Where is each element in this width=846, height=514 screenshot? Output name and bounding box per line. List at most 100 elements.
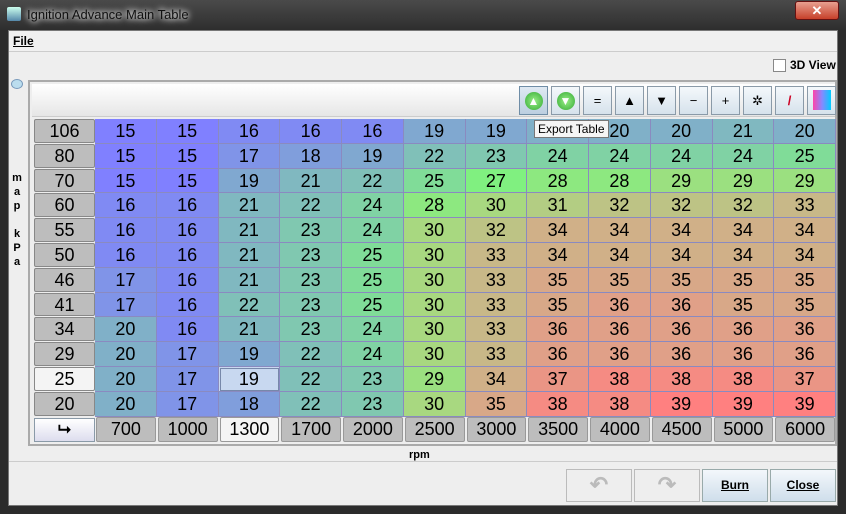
table-cell[interactable]: 35 [650, 267, 713, 293]
table-cell[interactable]: 16 [95, 193, 157, 219]
table-cell[interactable]: 34 [527, 218, 589, 243]
table-cell[interactable]: 33 [465, 292, 528, 318]
table-cell[interactable]: 20 [95, 317, 157, 343]
table-cell[interactable]: 35 [465, 391, 528, 417]
table-cell[interactable]: 36 [712, 317, 775, 343]
row-header[interactable]: 25 [34, 367, 95, 391]
table-cell[interactable]: 39 [712, 391, 775, 417]
interpolate-button[interactable]: / [775, 86, 804, 115]
table-cell[interactable]: 15 [156, 143, 219, 169]
table-cell[interactable]: 32 [650, 193, 713, 219]
table-cell[interactable]: 35 [774, 267, 836, 293]
table-cell[interactable]: 35 [712, 292, 775, 318]
table-cell[interactable]: 36 [527, 342, 589, 367]
table-cell[interactable]: 20 [95, 342, 157, 367]
table-cell[interactable]: 24 [342, 218, 404, 243]
table-cell[interactable]: 17 [95, 292, 157, 318]
table-cell[interactable]: 17 [156, 367, 219, 392]
table-cell[interactable]: 32 [465, 218, 528, 243]
table-cell[interactable]: 20 [774, 119, 836, 144]
row-header[interactable]: 70 [34, 168, 95, 193]
table-cell[interactable]: 29 [774, 168, 836, 194]
table-cell[interactable]: 20 [95, 391, 157, 417]
table-cell[interactable]: 36 [589, 342, 651, 367]
table-cell[interactable]: 38 [712, 367, 775, 392]
table-cell[interactable]: 16 [95, 243, 157, 268]
table-cell[interactable]: 27 [465, 168, 528, 194]
color-scale-button[interactable] [807, 86, 836, 115]
column-header[interactable]: 1700 [281, 416, 341, 442]
table-cell[interactable]: 36 [650, 317, 713, 343]
table-cell[interactable]: 34 [774, 243, 836, 268]
table-cell[interactable]: 34 [650, 218, 713, 243]
table-cell[interactable]: 35 [527, 292, 589, 318]
checkbox-box[interactable] [773, 58, 786, 72]
increment-button[interactable]: ▲ [615, 86, 644, 115]
table-cell[interactable]: 30 [403, 267, 466, 293]
table-cell[interactable]: 24 [589, 143, 651, 169]
table-cell[interactable]: 16 [280, 119, 342, 144]
table-cell[interactable]: 24 [342, 317, 404, 343]
table-cell[interactable]: 19 [403, 119, 466, 144]
table-cell[interactable]: 37 [527, 367, 589, 392]
table-cell[interactable]: 34 [712, 243, 775, 268]
table-cell[interactable]: 39 [774, 391, 836, 417]
table-cell[interactable]: 19 [218, 367, 281, 392]
table-cell[interactable]: 17 [156, 342, 219, 367]
table-cell[interactable]: 28 [527, 168, 589, 194]
table-cell[interactable]: 38 [589, 391, 651, 417]
table-cell[interactable]: 34 [527, 243, 589, 268]
table-cell[interactable]: 23 [465, 143, 528, 169]
table-cell[interactable]: 23 [280, 292, 342, 318]
table-cell[interactable]: 24 [712, 143, 775, 169]
table-cell[interactable]: 30 [403, 292, 466, 318]
table-cell[interactable]: 34 [589, 243, 651, 268]
table-cell[interactable]: 35 [527, 267, 589, 293]
table-cell[interactable]: 22 [280, 367, 342, 392]
table-cell[interactable]: 38 [589, 367, 651, 392]
menu-file[interactable]: File [13, 34, 34, 48]
table-cell[interactable]: 25 [403, 168, 466, 194]
table-cell[interactable]: 35 [774, 292, 836, 318]
table-cell[interactable]: 24 [342, 193, 404, 219]
row-header[interactable]: 41 [34, 292, 95, 317]
table-cell[interactable]: 21 [218, 243, 281, 268]
row-header[interactable]: 20 [34, 391, 95, 416]
column-header[interactable]: 700 [96, 416, 156, 442]
table-cell[interactable]: 33 [465, 243, 528, 268]
table-cell[interactable]: 24 [342, 342, 404, 367]
table-cell[interactable]: 17 [218, 143, 281, 169]
table-cell[interactable]: 30 [403, 342, 466, 367]
column-header[interactable]: 2500 [404, 416, 465, 442]
table-cell[interactable]: 16 [156, 218, 219, 243]
column-header[interactable]: 5000 [713, 416, 774, 442]
table-cell[interactable]: 33 [465, 317, 528, 343]
row-header[interactable]: 80 [34, 143, 95, 168]
table-cell[interactable]: 23 [280, 267, 342, 293]
axis-swap-button[interactable]: ⮡ [34, 418, 95, 442]
table-cell[interactable]: 15 [156, 168, 219, 194]
table-cell[interactable]: 35 [712, 267, 775, 293]
row-header[interactable]: 55 [34, 218, 95, 242]
table-cell[interactable]: 34 [774, 218, 836, 243]
row-header[interactable]: 50 [34, 243, 95, 267]
table-cell[interactable]: 22 [280, 391, 342, 417]
column-header[interactable]: 4500 [651, 416, 712, 442]
table-cell[interactable]: 24 [650, 143, 713, 169]
table-cell[interactable]: 32 [589, 193, 651, 219]
table-cell[interactable]: 19 [465, 119, 528, 144]
subtract-button[interactable]: − [679, 86, 708, 115]
table-cell[interactable]: 34 [465, 367, 528, 392]
row-header[interactable]: 60 [34, 193, 95, 218]
table-cell[interactable]: 39 [650, 391, 713, 417]
table-cell[interactable]: 33 [774, 193, 836, 219]
table-cell[interactable]: 21 [280, 168, 342, 194]
table-cell[interactable]: 19 [218, 342, 281, 367]
edit-icon[interactable] [11, 79, 23, 89]
table-cell[interactable]: 37 [774, 367, 836, 392]
table-cell[interactable]: 21 [218, 218, 281, 243]
table-cell[interactable]: 34 [650, 243, 713, 268]
table-cell[interactable]: 21 [218, 267, 281, 293]
table-cell[interactable]: 30 [403, 218, 466, 243]
table-cell[interactable]: 23 [280, 218, 342, 243]
